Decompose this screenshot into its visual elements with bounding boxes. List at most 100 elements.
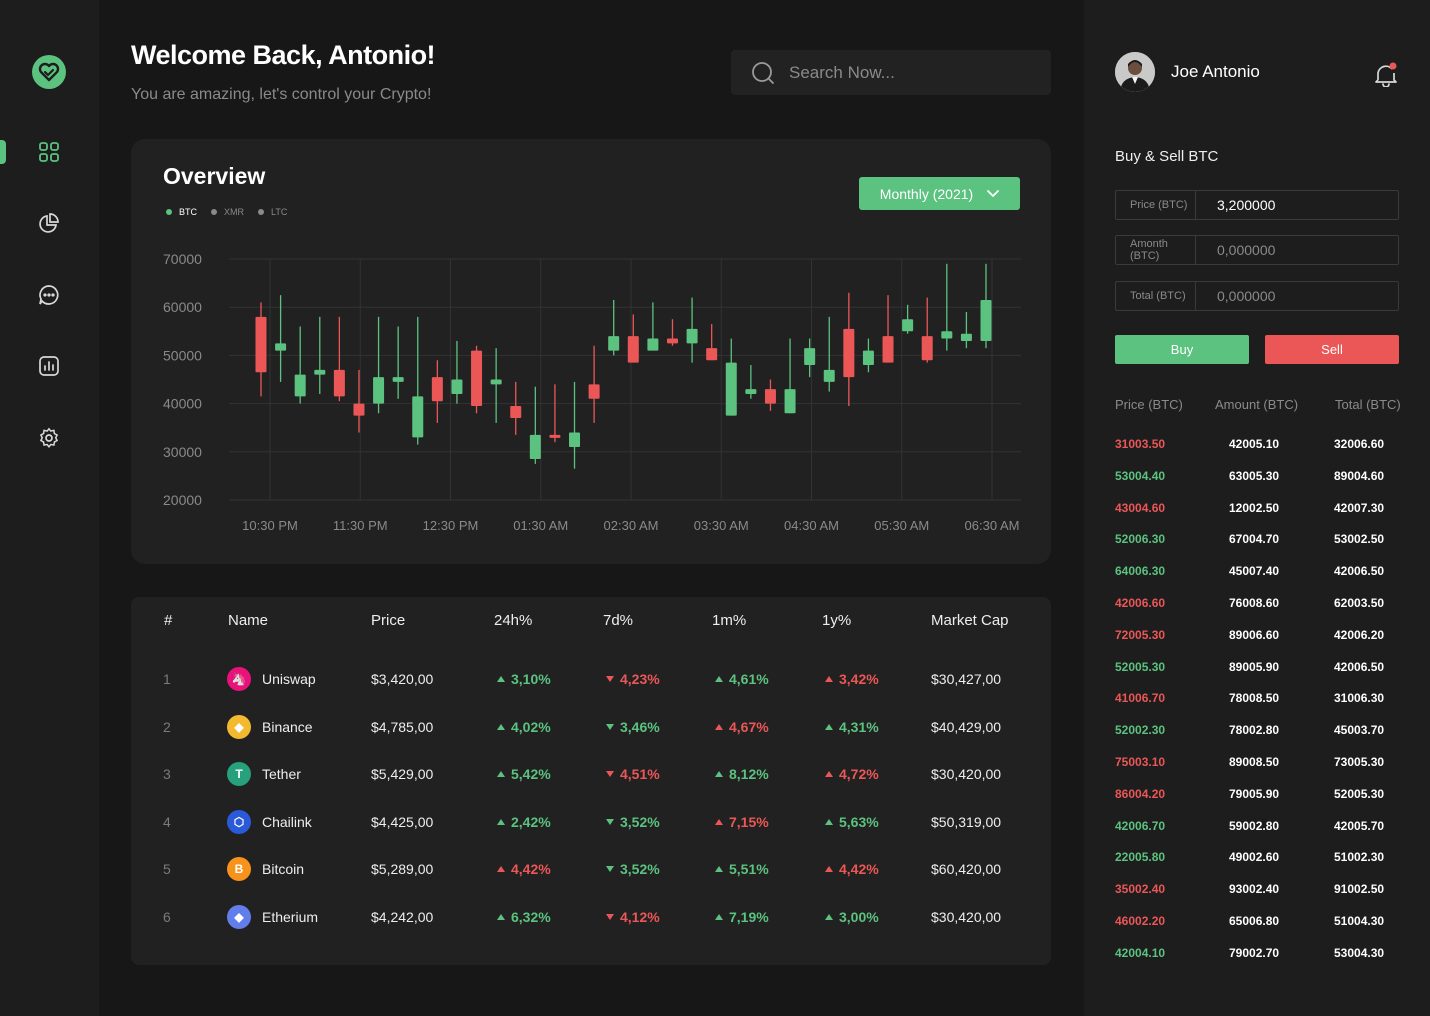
coin-cell: T Tether (227, 754, 301, 794)
settings-icon[interactable] (36, 425, 62, 451)
avatar[interactable] (1115, 52, 1155, 92)
orderbook-row[interactable]: 42006.70 59002.80 42005.70 (1115, 819, 1405, 839)
orderbook-price: 42006.60 (1115, 596, 1166, 610)
amount-field-label: Amonth (BTC) (1116, 236, 1196, 264)
orderbook-header-amount: Amount (BTC) (1215, 397, 1299, 412)
legend-item-xmr[interactable]: XMR (211, 207, 244, 217)
triangle-up-icon (497, 771, 505, 778)
candle-body (960, 333, 972, 341)
orderbook-amount: 78002.80 (1229, 723, 1280, 738)
orderbook-total: 31006.30 (1334, 691, 1385, 706)
table-row[interactable]: 1 🦄 Uniswap $3,420,00 3,10% 4,23% 4,61% 3… (131, 659, 1051, 699)
candle-body (921, 336, 933, 361)
change-h24: 2,42% (497, 802, 551, 842)
orderbook-row[interactable]: 46002.20 65006.80 51004.30 (1115, 914, 1405, 934)
orderbook-row[interactable]: 35002.40 93002.40 91002.50 (1115, 882, 1405, 902)
market-cap: $30,420,00 (931, 766, 1002, 783)
orderbook-row[interactable]: 75003.10 89008.50 73005.30 (1115, 755, 1405, 775)
candle-body (588, 384, 600, 399)
table-row[interactable]: 5 B Bitcoin $5,289,00 4,42% 3,52% 5,51% 4… (131, 849, 1051, 889)
table-row[interactable]: 6 ◆ Etherium $4,242,00 6,32% 4,12% 7,19% … (131, 897, 1051, 937)
candle-body (255, 316, 267, 373)
coin-name: Chailink (262, 813, 312, 830)
orderbook-price: 31003.50 (1115, 437, 1166, 451)
chart-legend: BTC XMR LTC (166, 207, 287, 217)
market-cap: $30,427,00 (931, 671, 1002, 687)
row-number: 5 (163, 861, 171, 878)
candle-body (392, 377, 404, 382)
orderbook-row[interactable]: 52002.30 78002.80 45003.70 (1115, 723, 1405, 743)
total-input[interactable] (1196, 282, 1398, 310)
orderbook-row[interactable]: 43004.60 12002.50 42007.30 (1115, 501, 1405, 521)
search-input[interactable] (789, 62, 1029, 83)
orderbook-header-total: Total (BTC) (1335, 397, 1401, 412)
pie-chart-icon[interactable] (36, 210, 62, 236)
col-header-price[interactable]: Price (371, 612, 405, 629)
orderbook-total: 42007.30 (1334, 500, 1385, 515)
change-h24: 5,42% (497, 754, 551, 794)
orderbook-total: 53002.50 (1334, 532, 1385, 547)
orderbook-row[interactable]: 53004.40 63005.30 89004.60 (1115, 469, 1405, 489)
change-m1: 5,51% (715, 849, 769, 889)
logo-icon[interactable] (32, 55, 66, 89)
candle-body (490, 379, 502, 385)
change-h24: 4,42% (497, 849, 551, 889)
binance-icon: ◆ (227, 714, 251, 739)
legend-item-btc[interactable]: BTC (166, 207, 197, 217)
orderbook-amount: 12002.50 (1229, 500, 1280, 515)
y-tick-label: 30000 (163, 444, 202, 460)
col-header-24h[interactable]: 24h% (494, 612, 532, 629)
orderbook-row[interactable]: 52005.30 89005.90 42006.50 (1115, 660, 1405, 680)
col-header-name[interactable]: Name (228, 612, 268, 629)
orderbook-price: 86004.20 (1115, 786, 1166, 801)
candle-body (627, 336, 639, 363)
change-y1: 4,42% (825, 849, 879, 889)
candle-body (314, 369, 326, 375)
change-y1: 5,63% (825, 802, 879, 842)
x-tick-label: 10:30 PM (242, 518, 298, 533)
notification-bell-icon[interactable] (1374, 61, 1398, 88)
col-header-1m[interactable]: 1m% (712, 612, 746, 629)
orderbook-row[interactable]: 31003.50 42005.10 32006.60 (1115, 437, 1405, 457)
change-y1: 3,42% (825, 659, 879, 699)
orderbook-row[interactable]: 41006.70 78008.50 31006.30 (1115, 691, 1405, 711)
col-header-7d[interactable]: 7d% (603, 612, 633, 629)
sell-button[interactable]: Sell (1265, 335, 1399, 364)
dashboard-icon[interactable] (36, 139, 62, 165)
triangle-up-icon (715, 676, 723, 682)
bar-chart-icon[interactable] (36, 353, 62, 379)
table-row[interactable]: 2 ◆ Binance $4,785,00 4,02% 3,46% 4,67% 4… (131, 707, 1051, 747)
triangle-up-icon (497, 866, 505, 873)
coin-price: $4,425,00 (371, 813, 434, 830)
row-number: 2 (163, 718, 171, 735)
x-tick-label: 03:30 AM (694, 518, 749, 533)
amount-input[interactable] (1196, 236, 1398, 264)
search-icon (752, 61, 774, 84)
coin-name: Uniswap (262, 671, 316, 687)
chat-icon[interactable] (36, 282, 62, 308)
orderbook-row[interactable]: 22005.80 49002.60 51002.30 (1115, 850, 1405, 870)
orderbook-row[interactable]: 86004.20 79005.90 52005.30 (1115, 787, 1405, 807)
orderbook-row[interactable]: 64006.30 45007.40 42006.50 (1115, 564, 1405, 584)
change-d7: 3,52% (606, 802, 660, 842)
candle-body (333, 369, 345, 397)
change-d7: 4,12% (606, 897, 660, 937)
orderbook-row[interactable]: 42006.60 76008.60 62003.50 (1115, 596, 1405, 616)
triangle-up-icon (497, 676, 505, 682)
orderbook-amount: 45007.40 (1229, 564, 1280, 579)
buy-button[interactable]: Buy (1115, 335, 1249, 364)
coin-name: Binance (262, 718, 313, 735)
col-header-1y[interactable]: 1y% (822, 612, 851, 629)
orderbook-row[interactable]: 72005.30 89006.60 42006.20 (1115, 628, 1405, 648)
table-row[interactable]: 4 ⬡ Chailink $4,425,00 2,42% 3,52% 7,15% … (131, 802, 1051, 842)
legend-item-ltc[interactable]: LTC (258, 207, 287, 217)
orderbook-price: 53004.40 (1115, 468, 1166, 483)
orderbook-row[interactable]: 42004.10 79002.70 53004.30 (1115, 946, 1405, 966)
coin-price: $3,420,00 (371, 671, 434, 687)
price-input[interactable] (1196, 191, 1398, 219)
period-dropdown[interactable]: Monthly (2021) (859, 177, 1020, 210)
orderbook-row[interactable]: 52006.30 67004.70 53002.50 (1115, 532, 1405, 552)
table-row[interactable]: 3 T Tether $5,429,00 5,42% 4,51% 8,12% 4,… (131, 754, 1051, 794)
search-bar[interactable] (731, 50, 1051, 95)
col-header-market-cap[interactable]: Market Cap (931, 612, 1009, 629)
